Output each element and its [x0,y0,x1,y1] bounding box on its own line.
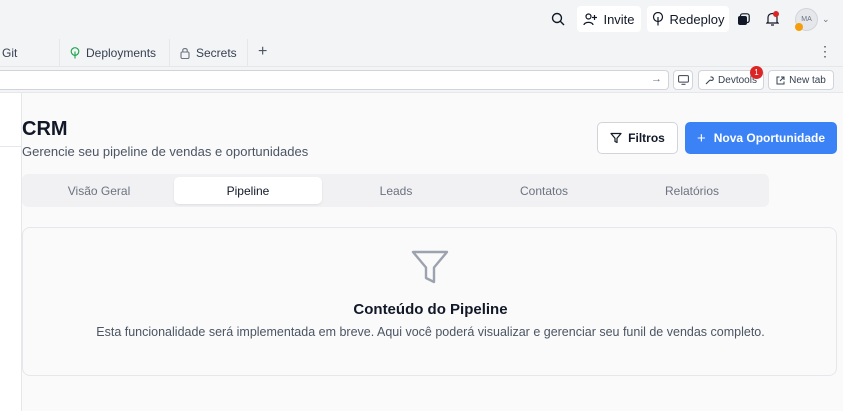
monitor-button[interactable] [673,70,693,90]
account-menu[interactable]: MA ⌄ [795,8,830,31]
tab-label: Git [2,45,18,60]
filter-icon [411,250,449,284]
sidebar-divider [0,146,22,147]
new-tab-label: New tab [789,74,826,86]
tree-icon [70,46,80,58]
tab-git[interactable]: Git [0,39,60,66]
page-subtitle: Gerencie seu pipeline de vendas e oportu… [22,144,309,159]
devtools-badge: 1 [750,66,763,79]
chevron-down-icon: ⌄ [822,14,830,24]
invite-label: Invite [603,11,635,27]
search-icon [551,12,565,26]
new-opportunity-label: Nova Oportunidade [713,131,826,145]
new-opportunity-button[interactable]: + Nova Oportunidade [685,122,837,154]
plus-icon: + [696,129,706,147]
placeholder-title: Conteúdo do Pipeline [353,301,508,318]
more-options-icon[interactable]: ⋮ [818,43,832,60]
tab-label: Leads [379,183,413,198]
tab-bar: Git Deployments Secrets + ⋮ [0,39,843,67]
pipeline-placeholder-card: Conteúdo do Pipeline Esta funcionalidade… [22,227,837,376]
arrow-right-icon[interactable]: → [651,73,662,85]
avatar: MA [795,8,818,31]
new-tab-button[interactable]: New tab [768,70,834,90]
invite-button[interactable]: Invite [577,6,641,32]
monitor-icon [677,75,689,85]
tab-label: Pipeline [226,183,270,198]
wrench-icon [705,75,714,84]
redeploy-label: Redeploy [669,11,725,27]
notification-dot [773,11,779,17]
avatar-initials: MA [801,16,812,23]
notifications-button[interactable] [762,6,782,32]
copy-button[interactable] [733,6,753,32]
placeholder-description: Esta funcionalidade será implementada em… [96,325,765,339]
section-tabs: Visão Geral Pipeline Leads Contatos Rela… [22,174,769,207]
address-bar-row: → Devtools 1 New tab [0,66,843,93]
external-link-icon [776,76,785,84]
tab-secrets[interactable]: Secrets [170,39,248,66]
status-indicator [795,23,803,31]
tab-label: Relatórios [664,183,720,198]
tab-contatos[interactable]: Contatos [470,177,618,204]
devtools-button[interactable]: Devtools 1 [698,66,764,90]
tab-label: Deployments [86,45,157,60]
tab-leads[interactable]: Leads [322,177,470,204]
tree-icon [652,12,663,26]
tab-label: Secrets [196,45,237,60]
top-bar: Invite Redeploy MA ⌄ [0,0,843,39]
redeploy-button[interactable]: Redeploy [647,6,729,32]
url-input[interactable]: → [0,70,669,90]
tab-label: Contatos [519,183,569,198]
tab-label: Visão Geral [67,183,131,198]
filter-label: Filtros [628,131,665,145]
filter-button[interactable]: Filtros [597,122,678,154]
sidebar [0,93,22,411]
page-title: CRM [22,118,68,140]
search-button[interactable] [546,6,570,32]
add-tab-icon[interactable]: + [258,43,267,61]
filter-icon [610,132,622,144]
tab-relatorios[interactable]: Relatórios [618,177,766,204]
tab-visao-geral[interactable]: Visão Geral [25,177,173,204]
add-user-icon [583,13,598,26]
tab-deployments[interactable]: Deployments [60,39,170,66]
copy-icon [737,12,750,25]
lock-icon [180,47,190,59]
tab-pipeline[interactable]: Pipeline [174,177,322,204]
